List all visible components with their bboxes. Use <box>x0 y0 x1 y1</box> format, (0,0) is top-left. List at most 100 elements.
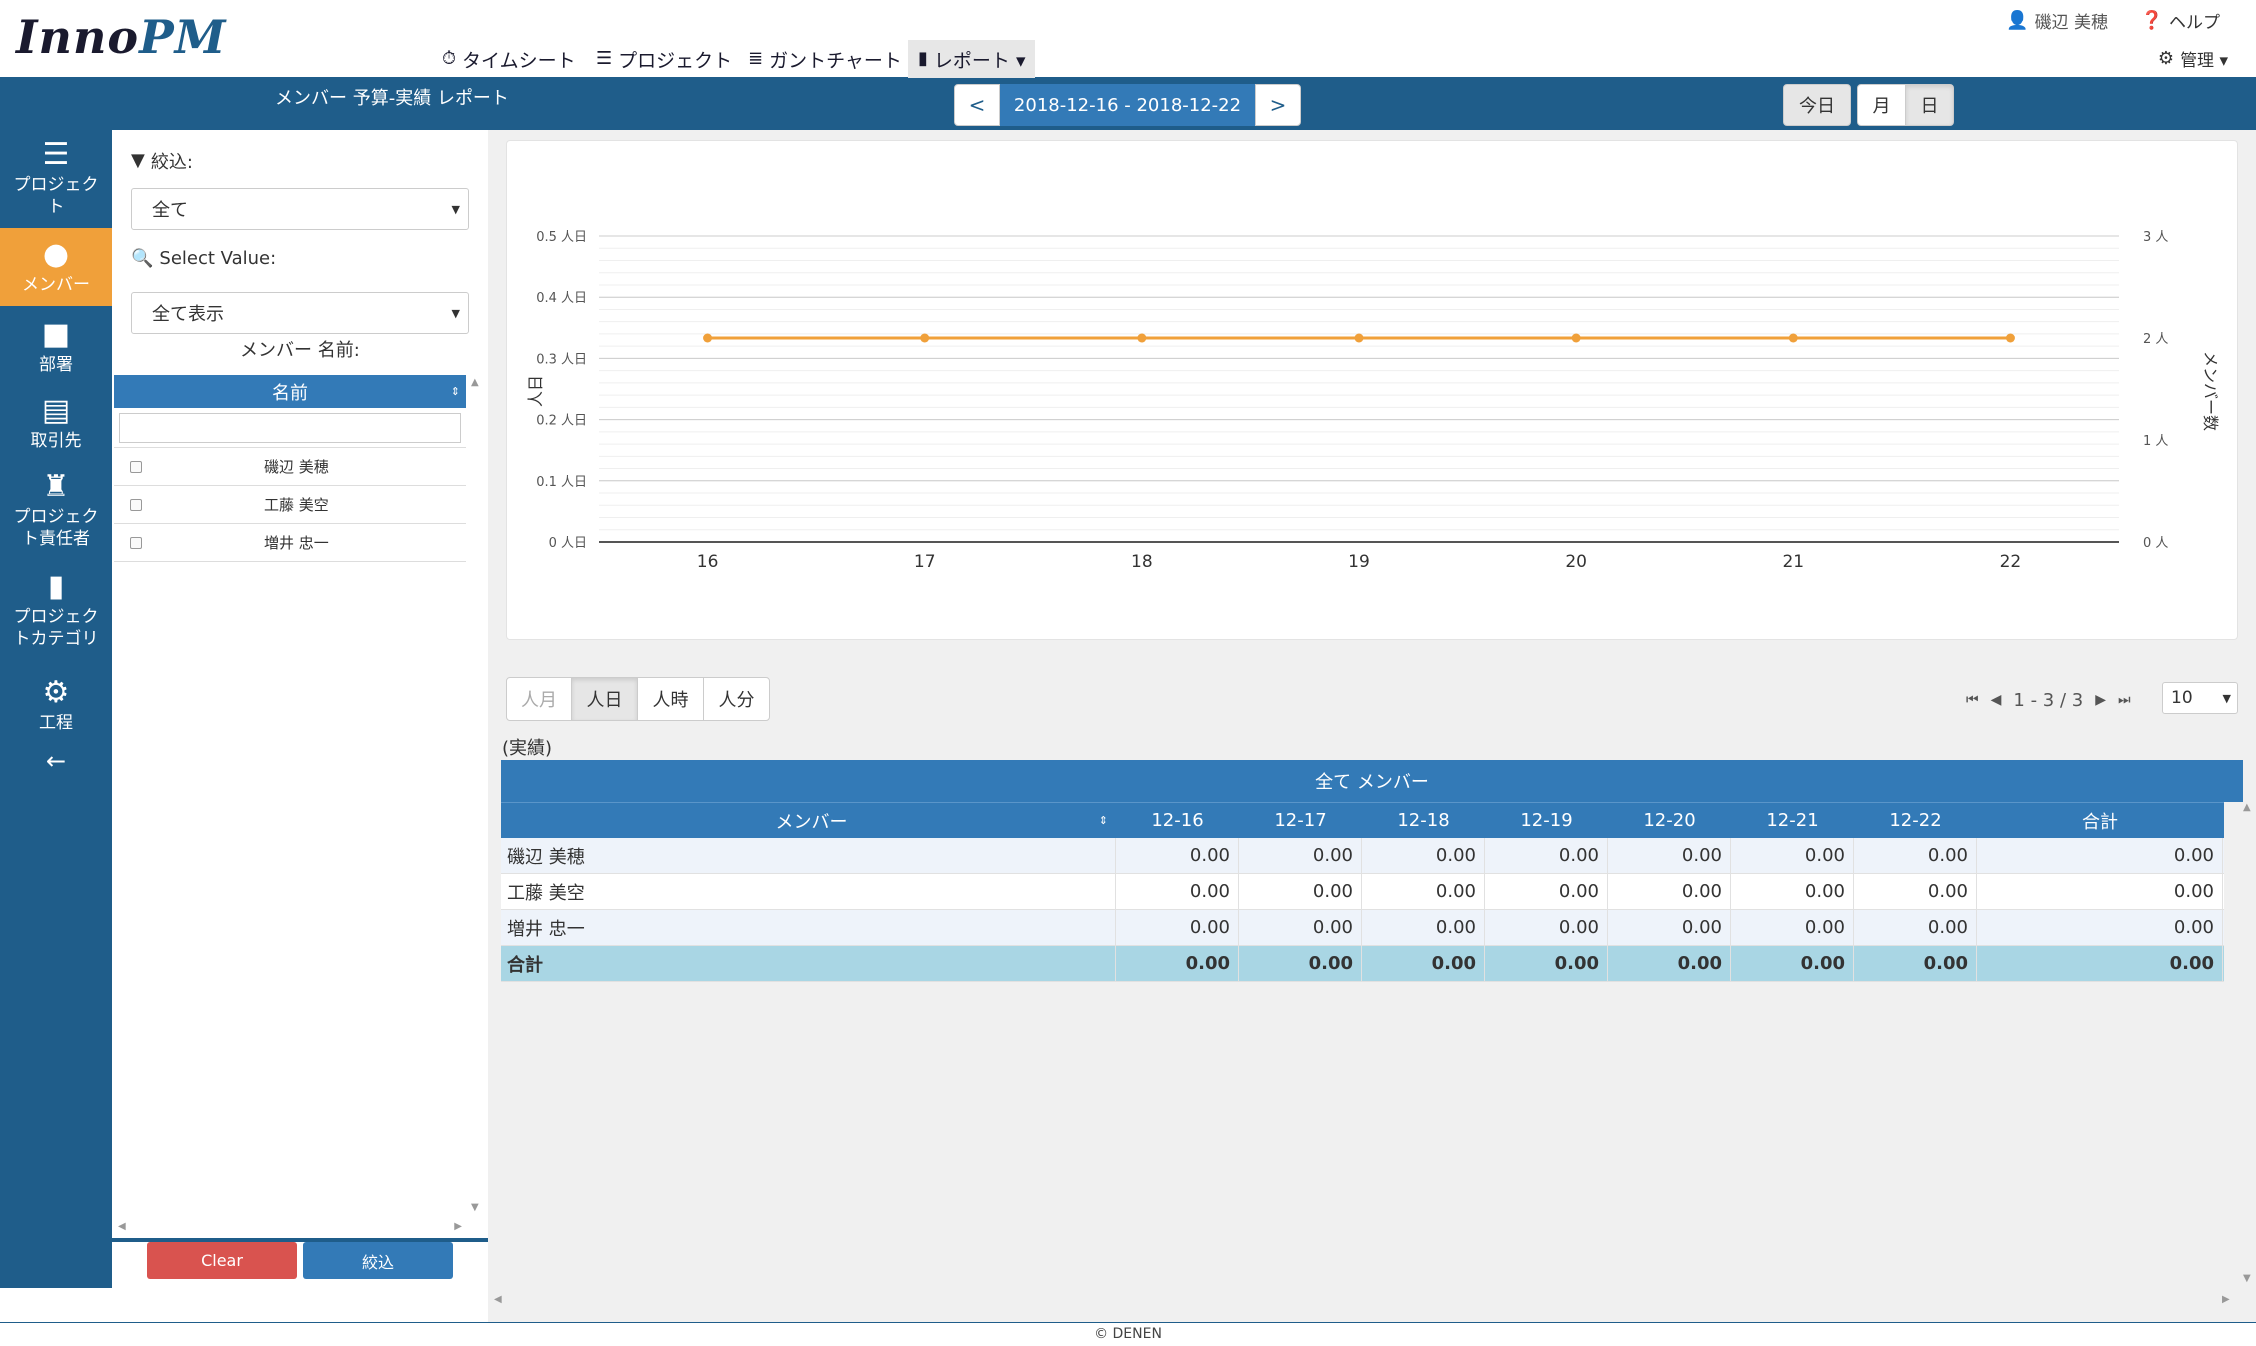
right-tick-label: 3 人 <box>2143 230 2168 245</box>
x-tick-label: 16 <box>697 552 719 572</box>
name-grid-vertical-scrollbar[interactable]: ▲ ▼ <box>467 375 486 1215</box>
right-axis-title: メンバー数 <box>2201 351 2220 431</box>
left-tick-label: 0.5 人日 <box>536 230 587 245</box>
user-menu[interactable]: 👤 磯辺 美穂 <box>2006 8 2108 33</box>
sidebar-item-label: 取引先 <box>30 431 82 451</box>
data-point[interactable] <box>2005 333 2015 343</box>
checkbox[interactable] <box>130 498 142 511</box>
data-point[interactable] <box>920 333 930 343</box>
day-view-button[interactable]: 日 <box>1905 84 1954 126</box>
value-cell: 0.00 <box>1731 838 1854 873</box>
user-icon: ● <box>42 237 70 272</box>
data-point[interactable] <box>1137 333 1147 343</box>
column-header-date: 12-21 <box>1766 810 1819 831</box>
table-row[interactable]: 磯辺 美穂 0.00 0.00 0.00 0.00 0.00 0.00 0.00 0.00 <box>501 838 2224 874</box>
value-cell: 0.00 <box>1116 910 1239 945</box>
unit-man-hour-button[interactable]: 人時 <box>637 677 704 721</box>
today-button[interactable]: 今日 <box>1783 84 1851 126</box>
user-icon: 👤 <box>2006 9 2029 31</box>
last-page-icon[interactable]: ⏭ <box>2118 692 2131 708</box>
month-view-button[interactable]: 月 <box>1857 84 1906 126</box>
select-value-dropdown[interactable]: 全て表示 ▼ <box>131 292 469 334</box>
sidebar-item-label: メンバー <box>22 275 90 295</box>
value-cell: 0.00 <box>1608 910 1731 945</box>
apply-filter-button[interactable]: 絞込 <box>303 1242 453 1279</box>
value-cell: 0.00 <box>1485 838 1608 873</box>
value-cell: 0.00 <box>1854 874 1977 909</box>
prev-week-button[interactable]: < <box>954 84 1000 126</box>
nav-gantt[interactable]: ≣ ガントチャート <box>738 40 912 78</box>
page-size-select[interactable]: 10 ▼ <box>2162 682 2238 714</box>
value-cell: 0.00 <box>1608 838 1731 873</box>
value-cell: 0.00 <box>1116 838 1239 873</box>
name-grid-horizontal-scrollbar[interactable]: ◀ ▶ <box>114 1218 466 1236</box>
gantt-icon: ≣ <box>748 48 764 69</box>
scroll-left-icon[interactable]: ◀ <box>118 1221 126 1232</box>
prev-page-icon[interactable]: ◀ <box>1991 692 2002 708</box>
help-link[interactable]: ❓ ヘルプ <box>2141 8 2220 33</box>
sidebar-item-processes[interactable]: ⚙ 工程 <box>0 676 112 736</box>
sidebar-item-projects[interactable]: ☰ プロジェク ト <box>0 138 112 218</box>
list-item[interactable]: 磯辺 美穂 <box>114 448 466 486</box>
table-row[interactable]: 工藤 美空 0.00 0.00 0.00 0.00 0.00 0.00 0.00 0.00 <box>501 874 2224 910</box>
first-page-icon[interactable]: ⏮ <box>1966 692 1979 708</box>
narrow-select[interactable]: 全て ▼ <box>131 188 469 230</box>
unit-man-month-button[interactable]: 人月 <box>506 677 572 721</box>
checkbox[interactable] <box>130 536 142 549</box>
sidebar-item-members[interactable]: ● メンバー <box>0 228 112 306</box>
total-value-cell: 0.00 <box>1608 946 1731 981</box>
bar-chart-icon: ▮ <box>47 569 65 604</box>
unit-man-day-button[interactable]: 人日 <box>571 677 638 721</box>
value-cell: 0.00 <box>1731 910 1854 945</box>
date-range-picker[interactable]: 2018-12-16 - 2018-12-22 <box>1000 84 1255 126</box>
column-header-member[interactable]: メンバー ⇕ <box>501 803 1116 838</box>
scroll-down-icon[interactable]: ▼ <box>471 1202 479 1213</box>
report-table: 全て メンバー メンバー ⇕ 12-16 12-17 12-18 12-19 1… <box>501 760 2243 982</box>
checkbox[interactable] <box>130 460 142 473</box>
unit-man-minute-button[interactable]: 人分 <box>703 677 770 721</box>
data-point[interactable] <box>1788 333 1798 343</box>
next-page-icon[interactable]: ▶ <box>2095 692 2106 708</box>
scroll-up-icon[interactable]: ▲ <box>471 377 479 388</box>
name-column-header[interactable]: 名前 ⇕ <box>114 375 466 408</box>
app-logo[interactable]: InnoPM <box>16 10 227 64</box>
sidebar-item-project-owners[interactable]: ♜ プロジェク ト責任者 <box>0 470 112 556</box>
value-cell: 0.00 <box>1239 910 1362 945</box>
stack-icon: ☰ <box>596 48 613 69</box>
scroll-up-icon[interactable]: ▲ <box>2243 802 2251 813</box>
list-item[interactable]: 工藤 美空 <box>114 486 466 524</box>
sidebar-item-clients[interactable]: ▤ 取引先 <box>0 394 112 458</box>
chevron-down-icon: ▼ <box>451 202 460 216</box>
nav-timesheet[interactable]: ⏱ タイムシート <box>432 40 586 78</box>
nav-projects[interactable]: ☰ プロジェクト <box>586 40 742 78</box>
column-header-label: メンバー <box>775 811 848 833</box>
data-point[interactable] <box>703 333 713 343</box>
scroll-right-icon[interactable]: ▶ <box>2222 1294 2230 1305</box>
column-header-date: 12-17 <box>1274 810 1327 831</box>
table-vertical-scrollbar[interactable]: ▲ ▼ <box>2240 800 2256 1300</box>
right-tick-label: 2 人 <box>2143 332 2168 347</box>
table-row[interactable]: 増井 忠一 0.00 0.00 0.00 0.00 0.00 0.00 0.00 0.00 <box>501 910 2224 946</box>
data-point[interactable] <box>1354 333 1364 343</box>
nav-reports[interactable]: ▮ レポート ▾ <box>908 40 1036 78</box>
sidebar-item-project-categories[interactable]: ▮ プロジェク トカテゴリ <box>0 570 112 656</box>
report-title: メンバー 予算-実績 レポート <box>275 88 509 109</box>
list-item[interactable]: 増井 忠一 <box>114 524 466 562</box>
total-cell: 0.00 <box>1977 910 2223 945</box>
nav-projects-label: プロジェクト <box>618 49 733 72</box>
clear-button[interactable]: Clear <box>147 1242 297 1279</box>
total-value-cell: 0.00 <box>1731 946 1854 981</box>
data-point[interactable] <box>1571 333 1581 343</box>
sidebar-item-departments[interactable]: ■ 部署 <box>0 318 112 382</box>
next-week-button[interactable]: > <box>1255 84 1301 126</box>
admin-menu[interactable]: ⚙ 管理 ▾ <box>2158 46 2228 71</box>
total-value-cell: 0.00 <box>1362 946 1485 981</box>
scroll-left-icon[interactable]: ◀ <box>494 1294 502 1305</box>
scroll-right-icon[interactable]: ▶ <box>454 1221 462 1232</box>
name-filter-input[interactable] <box>119 413 461 443</box>
sidebar-collapse-button[interactable]: ← <box>0 744 112 780</box>
left-tick-label: 0.3 人日 <box>536 352 587 367</box>
total-value-cell: 0.00 <box>1116 946 1239 981</box>
scroll-down-icon[interactable]: ▼ <box>2243 1273 2251 1284</box>
sidebar-item-label: 工程 <box>39 713 73 733</box>
